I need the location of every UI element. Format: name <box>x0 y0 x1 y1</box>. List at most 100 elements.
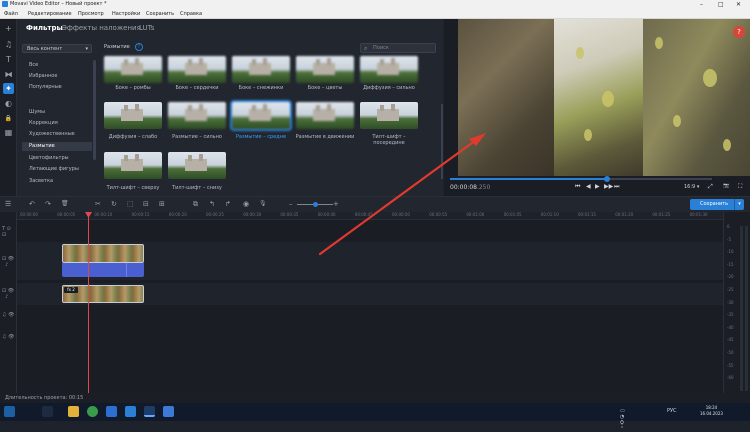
playhead[interactable] <box>88 212 89 393</box>
step-forward-icon[interactable]: ▶▶ <box>604 183 613 190</box>
ruler-tick-label: 00:00:35 <box>280 212 299 217</box>
save-button[interactable]: Сохранить ▾ <box>690 199 744 210</box>
import-plus-icon[interactable]: + <box>3 23 14 34</box>
filter-label: Диффузия – слабо <box>108 134 158 140</box>
category-artistic[interactable]: Художественные <box>22 130 92 139</box>
category-noise[interactable]: Шумы <box>22 108 92 117</box>
content-select[interactable]: Весь контент ▾ <box>22 44 92 53</box>
minimize-button[interactable]: – <box>700 0 703 9</box>
close-button[interactable]: ✕ <box>736 0 741 9</box>
filter-thumb-diffusion-weak[interactable] <box>104 102 162 129</box>
filter-thumb-bokeh-hearts[interactable] <box>168 56 226 83</box>
save-dropdown-icon[interactable]: ▾ <box>734 199 744 210</box>
menu-file[interactable]: Файл <box>4 9 18 19</box>
search-input[interactable]: ⌕ Поиск <box>360 43 436 53</box>
step-back-icon[interactable]: ◀ <box>586 183 591 190</box>
more-tools-icon[interactable]: ▦ <box>3 127 14 138</box>
category-flying-shapes[interactable]: Летающие фигуры <box>22 165 92 174</box>
task-view-icon[interactable] <box>42 406 53 417</box>
play-icon[interactable]: ▶ <box>595 183 600 190</box>
filter-thumb-bokeh-snowflakes[interactable] <box>232 56 290 83</box>
filter-thumb-tiltshift-top[interactable] <box>104 152 162 179</box>
menu-help[interactable]: Справка <box>180 9 202 19</box>
word-icon[interactable] <box>125 406 136 417</box>
detach-preview-icon[interactable]: ⤢ <box>708 183 713 191</box>
filter-thumb-blur-medium[interactable] <box>230 100 292 131</box>
video-clip[interactable] <box>62 244 144 263</box>
rotate-icon[interactable]: ↻ <box>111 200 117 208</box>
start-icon[interactable] <box>4 406 15 417</box>
skip-end-icon[interactable]: ⏭ <box>614 183 619 191</box>
stickers-icon[interactable]: ◐ <box>3 98 14 109</box>
category-scrollbar[interactable] <box>93 60 96 160</box>
maximize-button[interactable]: □ <box>718 0 724 9</box>
filter-thumb-bokeh-flowers[interactable] <box>296 56 354 83</box>
edge-icon[interactable] <box>106 406 117 417</box>
filter-label: Боке – сердечки <box>175 85 219 91</box>
zoom-in-icon[interactable]: + <box>333 200 339 208</box>
section-help-icon[interactable]: ? <box>135 43 143 51</box>
redo-icon[interactable]: ↷ <box>45 200 51 208</box>
category-color-filters[interactable]: Цветофильтры <box>22 154 92 163</box>
menu-settings[interactable]: Настройки <box>112 9 140 19</box>
undo-icon[interactable]: ↶ <box>29 200 35 208</box>
category-popular[interactable]: Популярные <box>22 83 92 92</box>
marker-icon[interactable]: ◉ <box>243 200 249 208</box>
meter-tick-label: -50 <box>727 350 734 355</box>
text-icon[interactable]: T <box>3 54 14 65</box>
filter-thumb-tiltshift-middle[interactable] <box>360 102 418 129</box>
zoom-slider-handle[interactable] <box>313 202 318 207</box>
crop-icon[interactable]: ⬚ <box>127 200 134 208</box>
tab-filters[interactable]: Фильтры <box>26 24 63 32</box>
track-header-audio-1[interactable]: ♫ 👁 <box>2 312 14 318</box>
music-note-icon[interactable]: ♫ <box>3 39 14 50</box>
track-header-video[interactable]: ⊡ 👁 ♪ <box>2 256 14 268</box>
filter-thumb-bokeh-diamonds[interactable] <box>104 56 162 83</box>
category-correction[interactable]: Коррекция <box>22 119 92 128</box>
category-all[interactable]: Все <box>22 61 92 70</box>
snapshot-icon[interactable]: 📷 <box>723 183 729 189</box>
cut-icon[interactable]: ✂ <box>95 200 101 208</box>
lock-icon[interactable]: 🔒 <box>3 113 14 124</box>
fullscreen-icon[interactable]: ⛶ <box>738 183 742 191</box>
menu-edit[interactable]: Редактирование <box>28 9 72 19</box>
track-header-audio-2[interactable]: ♫ 👁 <box>2 334 14 340</box>
track-header-overlay[interactable]: ⊡ 👁 ♪ <box>2 288 14 300</box>
filters-scrollbar[interactable] <box>441 104 443 179</box>
tray-icons[interactable]: ▭ ◔ ⛭ ⌃ <box>620 408 625 432</box>
menu-view[interactable]: Просмотр <box>78 9 104 19</box>
tray-clock[interactable]: 18:24 16.04.2023 <box>700 405 723 417</box>
zoom-out-icon[interactable]: – <box>289 200 293 208</box>
category-blur[interactable]: Размытие <box>22 142 92 151</box>
audio-clip[interactable] <box>62 263 144 277</box>
app-taskbar-icon[interactable] <box>163 406 174 417</box>
filters-wand-icon[interactable]: ✦ <box>3 83 14 94</box>
filter-thumb-tiltshift-bottom[interactable] <box>168 152 226 179</box>
tray-language[interactable]: РУС <box>667 408 677 414</box>
transitions-icon[interactable]: ⧓ <box>3 69 14 80</box>
clip-properties-icon[interactable]: ⊞ <box>159 200 165 208</box>
file-explorer-icon[interactable] <box>68 406 79 417</box>
track-list-icon[interactable]: ☰ <box>5 200 11 208</box>
tab-overlays[interactable]: Эффекты наложения <box>62 24 141 32</box>
filter-thumb-motion-blur[interactable] <box>296 102 354 129</box>
menu-save[interactable]: Сохранить <box>146 9 174 19</box>
overlay-icon[interactable]: ⧉ <box>193 200 198 209</box>
filter-thumb-diffusion-strong[interactable] <box>360 56 418 83</box>
fade-out-icon[interactable]: ↱ <box>225 200 231 208</box>
preview-video[interactable] <box>458 19 750 176</box>
delete-icon[interactable]: 🗑 <box>61 200 69 207</box>
aspect-ratio-select[interactable]: 16:9 ▾ <box>684 184 699 190</box>
category-favorites[interactable]: Избранное <box>22 72 92 81</box>
movavi-taskbar-icon[interactable] <box>144 406 155 417</box>
category-light-leaks[interactable]: Засветка <box>22 177 92 186</box>
fade-in-icon[interactable]: ↰ <box>209 200 215 208</box>
filter-thumb-blur-strong[interactable] <box>168 102 226 129</box>
color-adjust-icon[interactable]: ⊟ <box>143 200 149 208</box>
chrome-icon[interactable] <box>87 406 98 417</box>
skip-start-icon[interactable]: ⏮ <box>575 183 580 191</box>
help-button[interactable]: ? <box>733 26 745 38</box>
microphone-icon[interactable]: 🎙 <box>259 200 267 207</box>
tab-luts[interactable]: LUTs <box>139 24 154 32</box>
track-header-text[interactable]: T ⊙ ⊡ <box>2 226 11 238</box>
